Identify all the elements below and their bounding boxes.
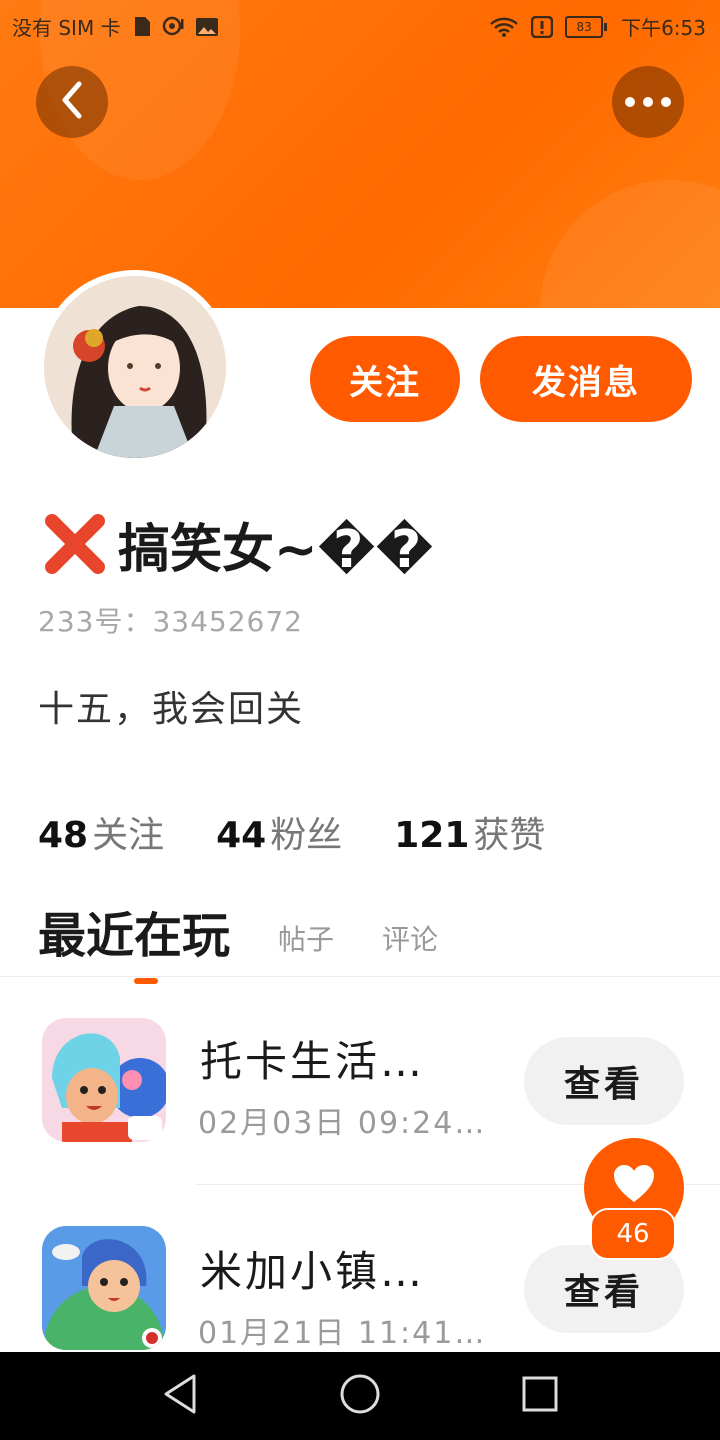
send-message-button[interactable]: 发消息 bbox=[480, 336, 692, 422]
stat-followers[interactable]: 44 粉丝 bbox=[216, 806, 342, 858]
back-button[interactable] bbox=[36, 66, 108, 138]
status-bar: 没有 SIM 卡 83 下午6:53 bbox=[0, 0, 720, 50]
game-title: 托卡生活… bbox=[200, 1037, 426, 1086]
chevron-left-icon bbox=[57, 80, 87, 124]
stat-likes: 121 获赞 bbox=[394, 806, 545, 858]
profile-name-text: 搞笑女~�� bbox=[118, 519, 434, 580]
game-icon-miga-town[interactable] bbox=[42, 1226, 166, 1350]
stat-number: 48 bbox=[38, 815, 89, 856]
nav-back-button[interactable] bbox=[154, 1370, 206, 1422]
nav-home-button[interactable] bbox=[334, 1370, 386, 1422]
stat-label: 关注 bbox=[92, 815, 165, 856]
clock: 下午6:53 bbox=[621, 16, 706, 40]
carrier-text: 没有 SIM 卡 bbox=[12, 16, 121, 40]
recents-square-icon bbox=[521, 1375, 559, 1417]
battery-icon: 83 bbox=[565, 15, 608, 38]
profile-name: 搞笑女~�� bbox=[38, 506, 433, 582]
cross-mark-icon bbox=[38, 507, 112, 581]
avatar-image bbox=[44, 276, 226, 458]
system-navigation-bar bbox=[0, 1352, 720, 1440]
game-time: 01月21日 11:41… bbox=[198, 1316, 487, 1351]
image-icon bbox=[195, 17, 219, 37]
profile-bio: 十五，我会回关 bbox=[38, 689, 305, 730]
profile-tabs: 最近在玩 帖子 评论 bbox=[38, 896, 438, 984]
wifi-icon bbox=[489, 16, 519, 38]
battery-level: 83 bbox=[576, 19, 592, 34]
game-icon-toca-life[interactable] bbox=[42, 1018, 166, 1142]
tabs-divider bbox=[0, 976, 720, 977]
more-button[interactable] bbox=[612, 66, 684, 138]
alert-icon bbox=[531, 15, 554, 38]
tab-comments[interactable]: 评论 bbox=[382, 918, 438, 966]
stat-label: 获赞 bbox=[473, 815, 546, 856]
home-circle-icon bbox=[338, 1372, 382, 1420]
view-button[interactable]: 查看 bbox=[524, 1037, 684, 1125]
banner-decoration bbox=[540, 180, 720, 308]
tab-posts[interactable]: 帖子 bbox=[278, 918, 334, 966]
nav-recents-button[interactable] bbox=[514, 1370, 566, 1422]
stat-number: 121 bbox=[394, 815, 470, 856]
tab-recently-played[interactable]: 最近在玩 bbox=[38, 896, 230, 984]
stat-number: 44 bbox=[216, 815, 267, 856]
user-id: 233号：33452672 bbox=[38, 605, 303, 638]
hotspot-icon bbox=[161, 16, 185, 38]
more-dots-icon bbox=[624, 93, 672, 112]
stat-label: 粉丝 bbox=[270, 815, 343, 856]
back-triangle-icon bbox=[160, 1373, 200, 1419]
game-time: 02月03日 09:24… bbox=[198, 1106, 487, 1141]
stat-following[interactable]: 48 关注 bbox=[38, 806, 164, 858]
profile-stats: 48 关注 44 粉丝 121 获赞 bbox=[38, 806, 545, 858]
game-title: 米加小镇… bbox=[200, 1247, 426, 1296]
sd-card-icon bbox=[131, 16, 151, 38]
like-count-badge: 46 bbox=[590, 1208, 676, 1260]
avatar[interactable] bbox=[38, 270, 232, 464]
follow-button[interactable]: 关注 bbox=[310, 336, 460, 422]
heart-icon bbox=[612, 1164, 656, 1208]
